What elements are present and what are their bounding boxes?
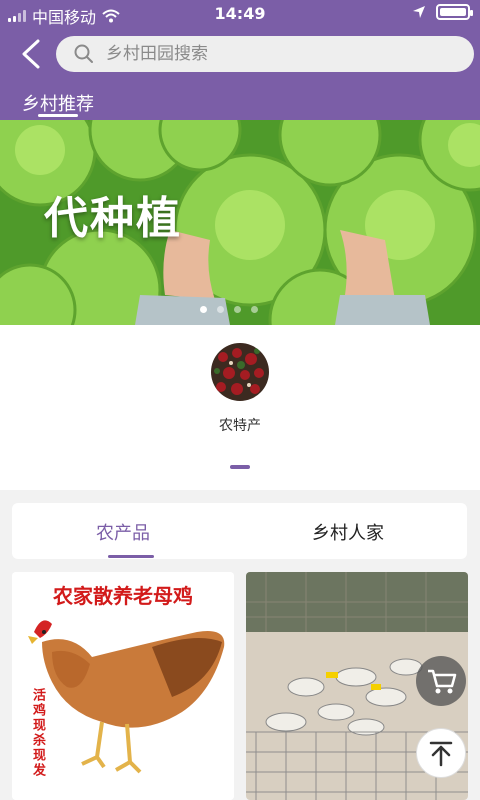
status-time: 14:49 bbox=[214, 4, 266, 23]
cart-button[interactable] bbox=[416, 656, 466, 706]
local-specialty-image bbox=[211, 343, 269, 401]
search-icon bbox=[74, 44, 93, 63]
banner-dot[interactable] bbox=[234, 306, 241, 313]
search-bar[interactable] bbox=[56, 36, 474, 72]
product-card[interactable]: 农家散养老母鸡 活鸡现杀现发 bbox=[12, 572, 234, 800]
banner-title: 代种植 bbox=[44, 193, 182, 244]
tab-farm-products[interactable]: 农产品 bbox=[96, 519, 150, 545]
product-tabs: 农产品 乡村人家 bbox=[12, 503, 467, 559]
product-side-text: 活鸡现杀现发 bbox=[30, 688, 45, 778]
cart-icon bbox=[428, 669, 457, 694]
back-to-top-button[interactable] bbox=[416, 728, 466, 778]
battery-icon bbox=[436, 4, 473, 20]
back-arrow-icon[interactable] bbox=[18, 38, 46, 70]
search-input[interactable] bbox=[106, 44, 426, 64]
banner-dot[interactable] bbox=[251, 306, 258, 313]
tab-recommend[interactable]: 乡村推荐 bbox=[22, 90, 94, 116]
banner-dot[interactable] bbox=[217, 306, 224, 313]
status-right bbox=[412, 4, 473, 20]
tab-village-homes[interactable]: 乡村人家 bbox=[312, 519, 384, 545]
category-page-indicator bbox=[230, 465, 250, 469]
banner-dots bbox=[200, 306, 258, 313]
header: 中国移动 14:49 乡村推荐 bbox=[0, 0, 480, 120]
status-bar: 中国移动 14:49 bbox=[0, 0, 480, 28]
tab-recommend-indicator bbox=[38, 114, 78, 117]
category-label: 农特产 bbox=[219, 418, 261, 434]
category-item-specialty[interactable]: 农特产 bbox=[210, 343, 270, 435]
tab-active-indicator bbox=[108, 555, 154, 558]
back-to-top-icon bbox=[429, 741, 453, 767]
banner[interactable]: 代种植 bbox=[0, 120, 480, 325]
banner-dot[interactable] bbox=[200, 306, 207, 313]
category-section: 农特产 bbox=[0, 325, 480, 490]
location-arrow-icon bbox=[413, 6, 425, 18]
product-title: 农家散养老母鸡 bbox=[53, 584, 193, 608]
